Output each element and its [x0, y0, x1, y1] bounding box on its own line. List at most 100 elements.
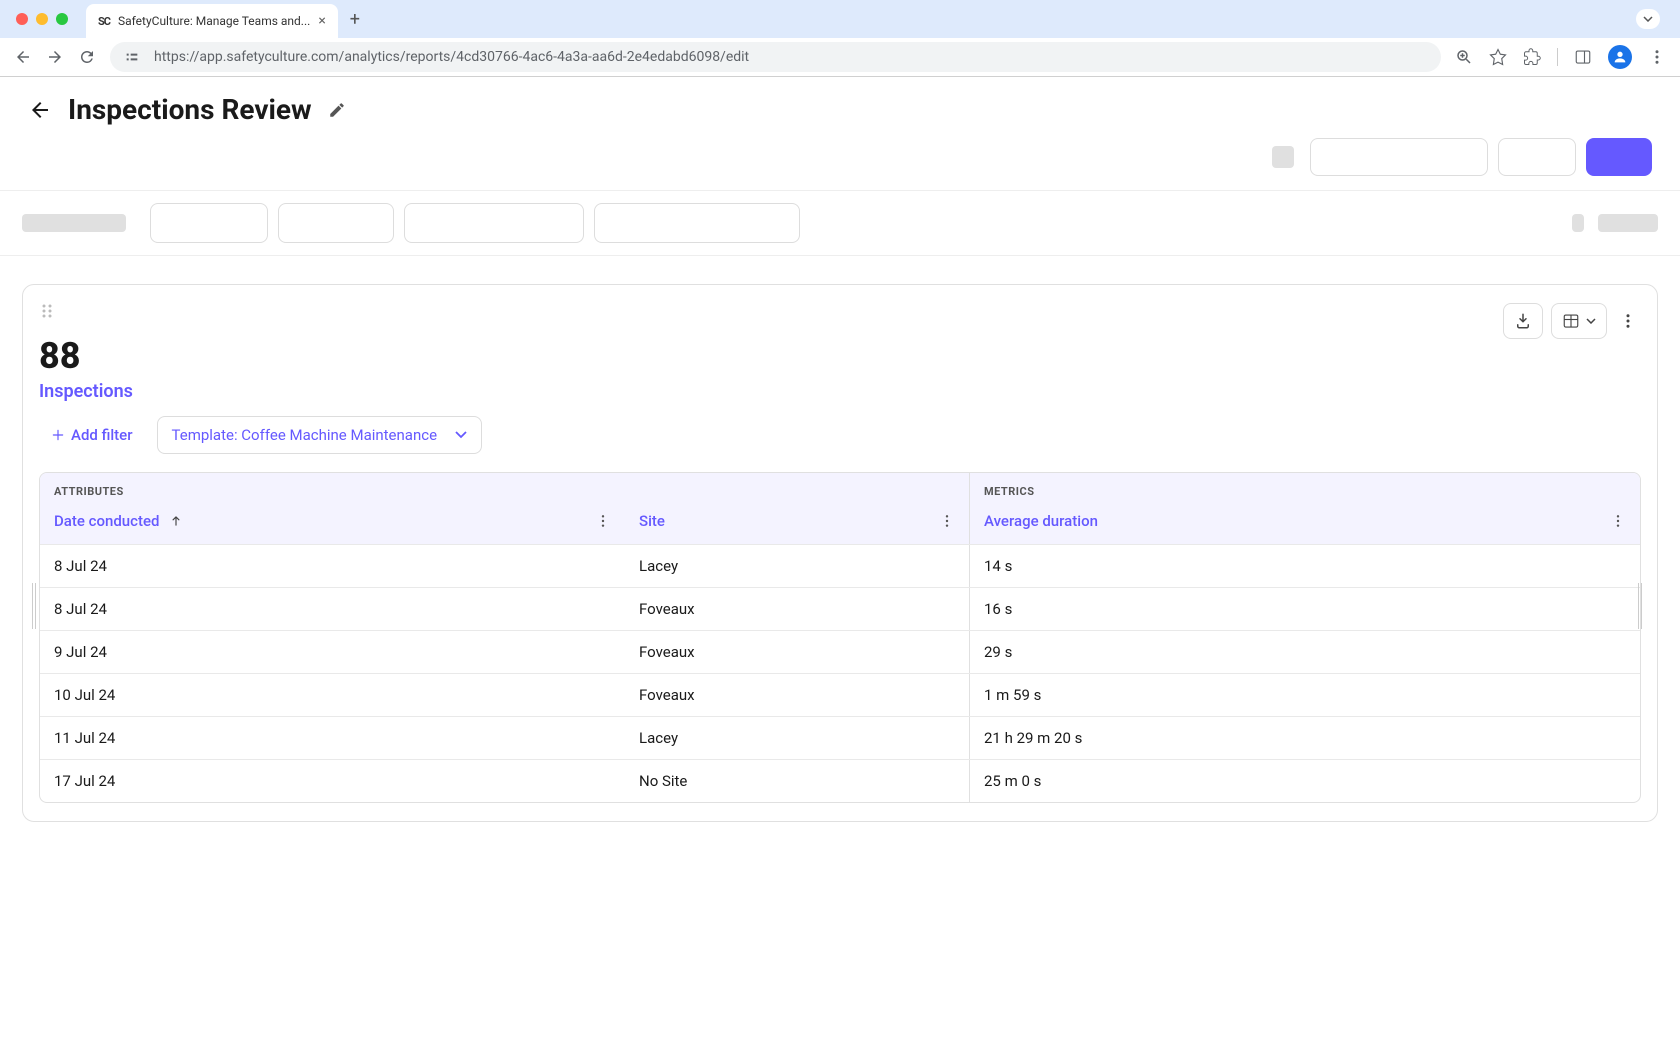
date-column-label: Date conducted	[54, 512, 159, 530]
filters-row	[0, 190, 1680, 256]
browser-chrome: SC SafetyCulture: Manage Teams and... × …	[0, 0, 1680, 77]
window-controls	[16, 13, 68, 25]
cell-avg-duration: 16 s	[970, 588, 1640, 630]
download-button[interactable]	[1503, 303, 1543, 339]
puzzle-icon	[1523, 48, 1541, 66]
back-button[interactable]	[14, 48, 32, 66]
window-minimize-button[interactable]	[36, 13, 48, 25]
column-menu-button[interactable]	[1610, 513, 1626, 529]
template-filter-pill[interactable]: Template: Coffee Machine Maintenance	[157, 416, 483, 454]
more-vertical-icon	[595, 513, 611, 529]
site-settings-icon	[124, 49, 140, 65]
cell-date: 17 Jul 24	[40, 760, 625, 802]
table-header: ATTRIBUTES Date conducted Si	[40, 473, 1640, 544]
chevron-down-icon	[455, 431, 467, 439]
window-close-button[interactable]	[16, 13, 28, 25]
more-vertical-icon	[1619, 312, 1637, 330]
chevron-down-icon	[1586, 318, 1596, 324]
primary-action-button[interactable]	[1586, 138, 1652, 176]
header-action-button[interactable]	[1498, 138, 1576, 176]
drag-handle[interactable]	[41, 303, 53, 319]
cell-avg-duration: 1 m 59 s	[970, 674, 1640, 716]
resize-handle-left[interactable]	[32, 583, 42, 629]
table-row[interactable]: 8 Jul 24 Foveaux 16 s	[40, 587, 1640, 630]
add-filter-button[interactable]: Add filter	[39, 418, 145, 452]
bookmark-button[interactable]	[1489, 48, 1507, 66]
attributes-section-label: ATTRIBUTES	[40, 473, 969, 502]
arrow-left-icon	[14, 48, 32, 66]
zoom-button[interactable]	[1455, 48, 1473, 66]
resize-handle-right[interactable]	[1638, 583, 1648, 629]
more-vertical-icon	[1610, 513, 1626, 529]
tab-favicon-icon: SC	[98, 15, 110, 28]
tab-title: SafetyCulture: Manage Teams and...	[118, 14, 310, 28]
more-vertical-icon	[939, 513, 955, 529]
column-header-site[interactable]: Site	[625, 502, 969, 544]
table-row[interactable]: 17 Jul 24 No Site 25 m 0 s	[40, 759, 1640, 802]
person-icon	[1612, 49, 1628, 65]
header-actions	[0, 138, 1680, 190]
arrow-left-icon	[28, 98, 52, 122]
table-row[interactable]: 11 Jul 24 Lacey 21 h 29 m 20 s	[40, 716, 1640, 759]
cell-site: Lacey	[625, 717, 969, 759]
cell-date: 10 Jul 24	[40, 674, 625, 716]
pencil-icon	[328, 101, 346, 119]
cell-site: Foveaux	[625, 674, 969, 716]
cell-avg-duration: 25 m 0 s	[970, 760, 1640, 802]
skeleton-placeholder	[1572, 214, 1584, 232]
filter-control[interactable]	[150, 203, 268, 243]
app-back-button[interactable]	[28, 98, 52, 122]
url-text: https://app.safetyculture.com/analytics/…	[154, 49, 749, 65]
column-menu-button[interactable]	[939, 513, 955, 529]
extensions-button[interactable]	[1523, 48, 1541, 66]
template-filter-label: Template: Coffee Machine Maintenance	[172, 426, 438, 444]
panel-wrapper: 88 Inspections Add filter Template: Coff…	[0, 256, 1680, 850]
browser-menu-button[interactable]	[1648, 48, 1666, 66]
more-vertical-icon	[1648, 48, 1666, 66]
table-icon	[1562, 312, 1580, 330]
edit-title-button[interactable]	[328, 101, 346, 119]
sidepanel-button[interactable]	[1574, 48, 1592, 66]
profile-avatar[interactable]	[1608, 45, 1632, 69]
star-icon	[1489, 48, 1507, 66]
metric-count: 88	[39, 335, 1641, 377]
column-header-avg-duration[interactable]: Average duration	[970, 502, 1640, 544]
page-title: Inspections Review	[68, 93, 312, 126]
metric-label[interactable]: Inspections	[39, 381, 1641, 402]
filter-control[interactable]	[278, 203, 394, 243]
cell-site: Lacey	[625, 545, 969, 587]
table-row[interactable]: 9 Jul 24 Foveaux 29 s	[40, 630, 1640, 673]
url-input[interactable]: https://app.safetyculture.com/analytics/…	[110, 42, 1441, 72]
table-row[interactable]: 10 Jul 24 Foveaux 1 m 59 s	[40, 673, 1640, 716]
toolbar-divider	[1557, 48, 1558, 66]
forward-button[interactable]	[46, 48, 64, 66]
avg-duration-column-label: Average duration	[984, 512, 1098, 530]
filter-control[interactable]	[594, 203, 800, 243]
reload-icon	[78, 48, 96, 66]
data-table: ATTRIBUTES Date conducted Si	[39, 472, 1641, 803]
header-action-button[interactable]	[1310, 138, 1488, 176]
column-menu-button[interactable]	[595, 513, 611, 529]
site-column-label: Site	[639, 512, 665, 530]
skeleton-placeholder	[1272, 146, 1294, 168]
table-row[interactable]: 8 Jul 24 Lacey 14 s	[40, 544, 1640, 587]
tabs-dropdown-button[interactable]	[1636, 9, 1660, 29]
window-maximize-button[interactable]	[56, 13, 68, 25]
metrics-section-label: METRICS	[970, 473, 1640, 502]
view-type-button[interactable]	[1551, 303, 1607, 339]
browser-tab[interactable]: SC SafetyCulture: Manage Teams and... ×	[86, 4, 338, 38]
cell-site: No Site	[625, 760, 969, 802]
filter-control[interactable]	[404, 203, 584, 243]
tab-bar: SC SafetyCulture: Manage Teams and... × …	[0, 0, 1680, 38]
table-body: 8 Jul 24 Lacey 14 s 8 Jul 24 Foveaux 16 …	[40, 544, 1640, 802]
reload-button[interactable]	[78, 48, 96, 66]
new-tab-button[interactable]: +	[350, 9, 360, 30]
close-tab-button[interactable]: ×	[318, 13, 325, 29]
zoom-icon	[1455, 48, 1473, 66]
chevron-down-icon	[1643, 16, 1653, 22]
skeleton-placeholder	[1598, 214, 1658, 232]
cell-date: 8 Jul 24	[40, 545, 625, 587]
panel-menu-button[interactable]	[1615, 308, 1641, 334]
column-header-date[interactable]: Date conducted	[40, 502, 625, 544]
grip-icon	[41, 303, 53, 319]
